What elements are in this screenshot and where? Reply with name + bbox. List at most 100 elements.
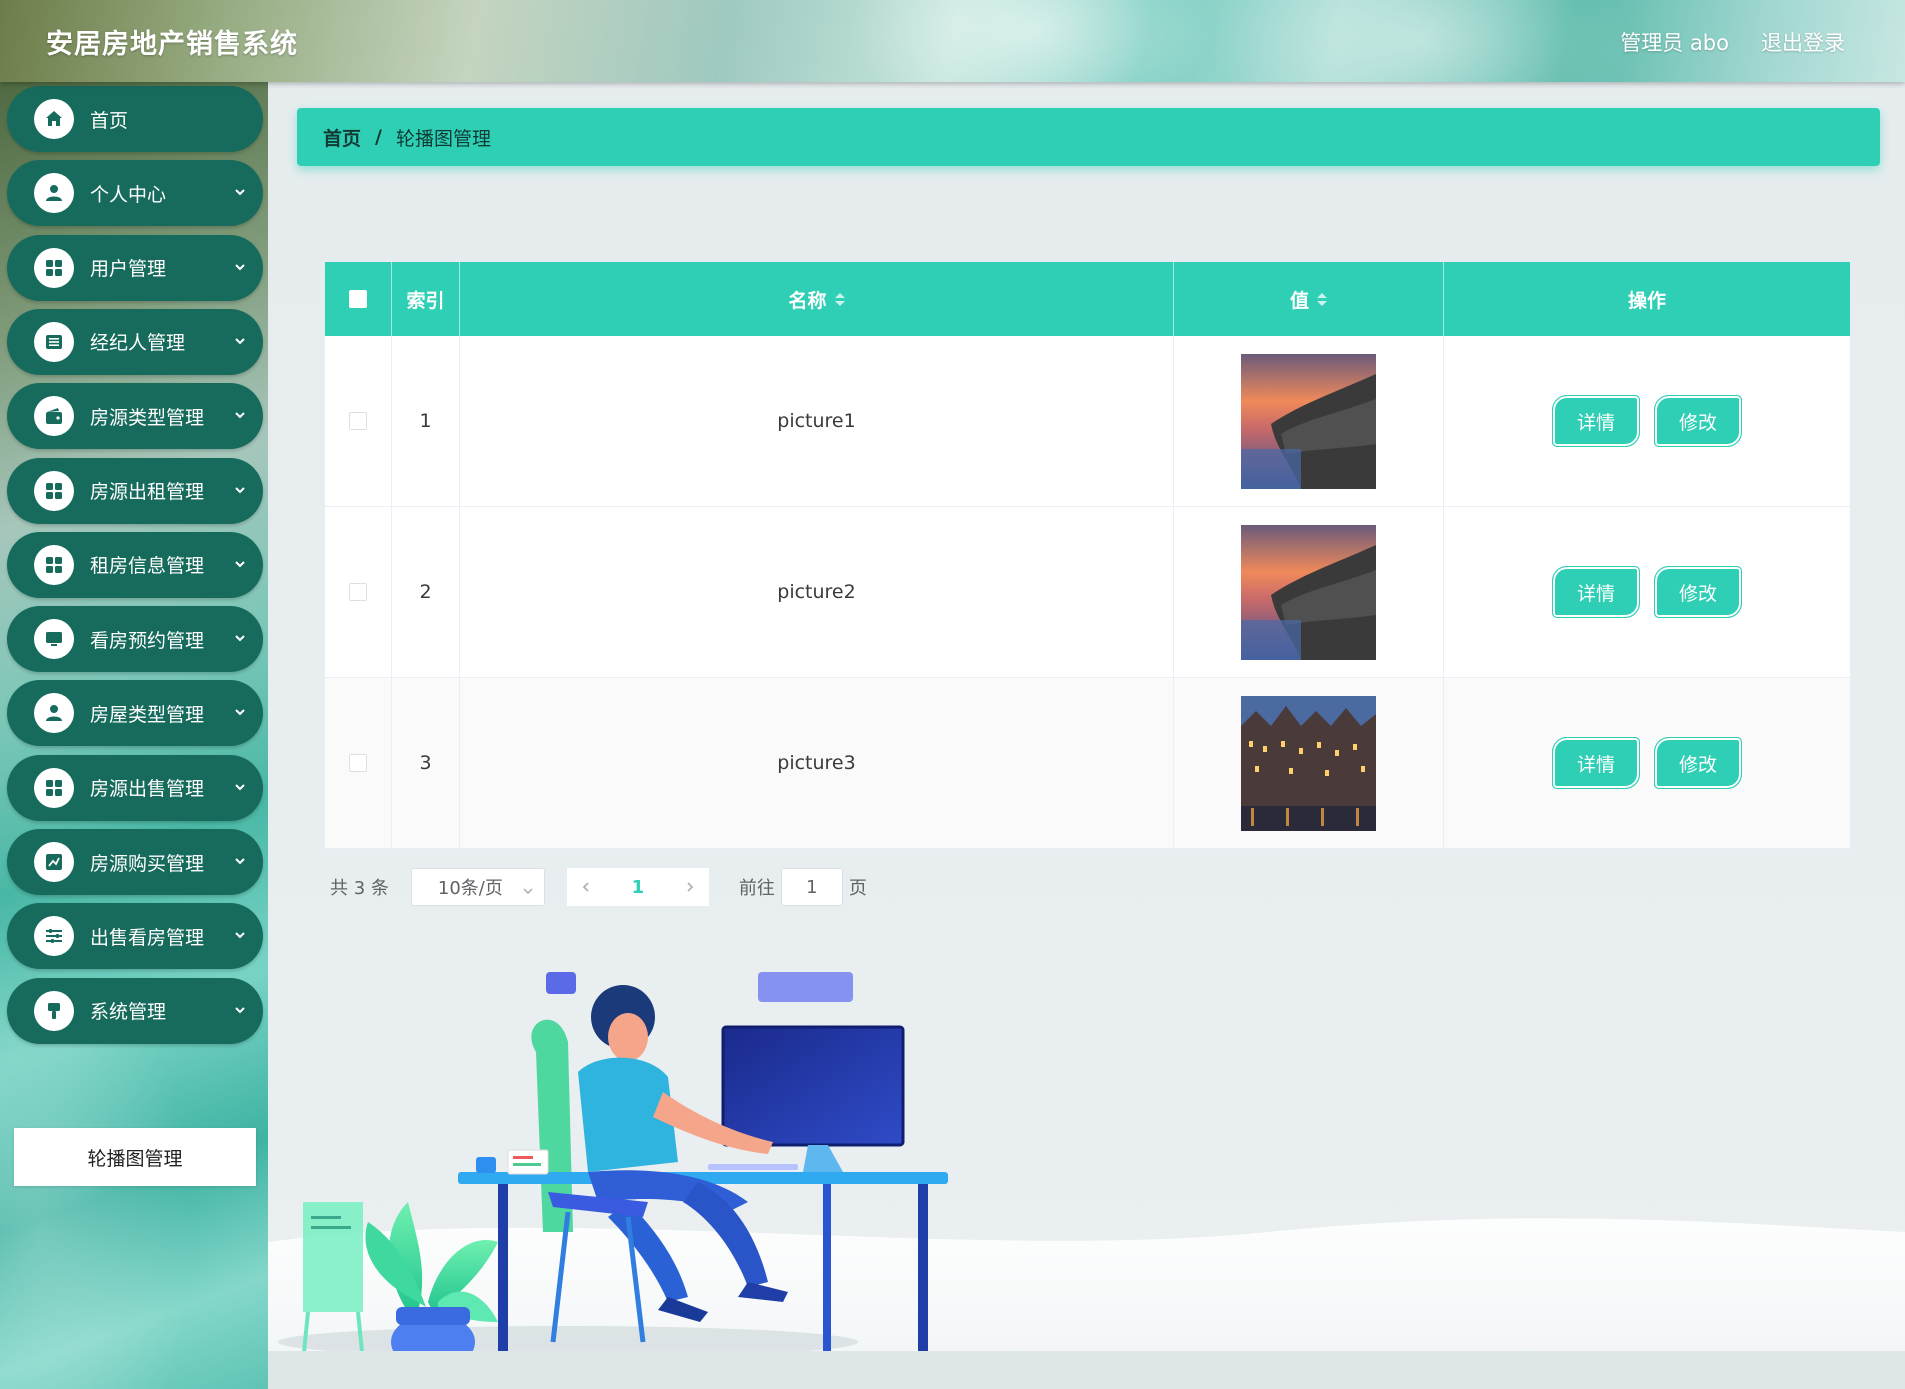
sidebar-item-label: 用户管理 [90,258,167,281]
detail-button[interactable]: 详情 [1552,395,1640,447]
column-header-value-label: 值 [1289,289,1309,312]
office-worker-illustration [268,902,1905,1352]
chevron-right-icon [687,882,694,892]
chevron-down-icon [233,853,247,867]
row-index: 2 [419,581,432,603]
sidebar-item-1[interactable]: 个人中心 [7,160,263,227]
sliders-icon [34,916,74,957]
column-header-ops-label: 操作 [1627,289,1666,312]
select-all-checkbox[interactable] [349,290,367,308]
sidebar-item-6[interactable]: 租房信息管理 [7,531,263,598]
breadcrumb-separator: / [375,126,382,148]
carousel-thumbnail[interactable] [1241,353,1376,489]
column-header-value[interactable]: 值 [1174,262,1444,336]
carousel-table: 索引 名称 值 操作 1 picture1 详情 修改 2 picture2 详情 修改 3 pi… [325,262,1850,849]
row-checkbox[interactable] [349,754,367,772]
carousel-thumbnail[interactable] [1241,524,1376,660]
sort-icon[interactable] [1317,292,1327,306]
grid-icon [34,544,74,585]
page-number-current[interactable]: 1 [605,877,671,898]
sidebar-item-label: 出售看房管理 [90,926,205,949]
table-row: 1 picture1 详情 修改 [325,336,1850,507]
home-icon [34,99,74,139]
row-index-cell: 1 [392,336,460,506]
row-ops-cell: 详情 修改 [1444,507,1850,677]
sidebar-item-label: 房屋类型管理 [90,703,205,726]
edit-button[interactable]: 修改 [1654,395,1742,447]
sidebar-item-4[interactable]: 房源类型管理 [7,383,263,450]
brush-icon [34,990,74,1031]
row-ops-cell: 详情 修改 [1444,678,1850,848]
sidebar-item-0[interactable]: 首页 [7,86,263,152]
sidebar-item-11[interactable]: 出售看房管理 [7,903,263,970]
carousel-thumbnail[interactable] [1241,695,1376,831]
sidebar-item-7[interactable]: 看房预约管理 [7,606,263,673]
pagination: 共 3 条 10条/页 1 前往 页 [330,867,867,907]
table-row: 2 picture2 详情 修改 [325,507,1850,678]
column-header-index: 索引 [392,262,460,336]
detail-button[interactable]: 详情 [1552,566,1640,618]
goto-suffix: 页 [848,878,867,899]
next-page-button[interactable] [671,868,709,906]
page-size-select[interactable]: 10条/页 [410,868,545,906]
main-content: 首页 / 轮播图管理 索引 名称 值 操作 1 picture1 详情 修改 2 pict… [268,82,1905,1389]
sidebar-item-label: 个人中心 [90,183,167,206]
chevron-down-icon [233,779,247,793]
row-index-cell: 2 [392,507,460,677]
sidebar-item-label: 首页 [90,109,129,132]
grid-icon [34,247,74,288]
goto-page: 前往 页 [739,868,867,906]
sidebar-item-12[interactable]: 系统管理 [7,977,263,1044]
edit-button[interactable]: 修改 [1654,566,1742,618]
chevron-down-icon [233,184,247,198]
sidebar-item-label: 房源类型管理 [90,406,205,429]
chevron-down-icon [233,333,247,347]
chevron-down-icon [233,1002,247,1016]
page-navigation: 1 [566,868,709,906]
logout-link[interactable]: 退出登录 [1761,27,1845,57]
sidebar-item-label: 租房信息管理 [90,555,205,578]
goto-page-input[interactable] [780,868,843,906]
grid-icon [34,767,74,808]
column-header-index-label: 索引 [406,289,445,312]
row-checkbox[interactable] [349,412,367,430]
sidebar-item-10[interactable]: 房源购买管理 [7,829,263,895]
row-value-cell [1174,507,1444,677]
detail-button[interactable]: 详情 [1552,737,1640,789]
sidebar: 首页 个人中心 用户管理 经纪人管理 房源类型管理 房源出租管理 租房信息管理 看房预约管理房… [0,82,268,1389]
chevron-down-icon [233,704,247,718]
goto-prefix: 前往 [738,878,775,899]
sidebar-item-label: 系统管理 [90,1001,167,1024]
row-value-cell [1174,678,1444,848]
edit-button[interactable]: 修改 [1654,737,1742,789]
row-name: picture3 [777,752,856,774]
chevron-down-icon [233,407,247,421]
row-value-cell [1174,336,1444,506]
main-bottom-bar [268,1351,1905,1389]
row-checkbox[interactable] [349,583,367,601]
sidebar-item-label: 经纪人管理 [90,332,186,355]
pagination-total: 共 3 条 [330,878,389,899]
sidebar-item-8[interactable]: 房屋类型管理 [7,680,263,747]
column-header-ops: 操作 [1444,262,1850,336]
row-check-cell [325,678,392,848]
sidebar-item-label: 房源购买管理 [90,852,205,875]
sidebar-item-5[interactable]: 房源出租管理 [7,457,263,524]
current-user-label: 管理员 abo [1620,31,1729,55]
submenu-item-carousel[interactable]: 轮播图管理 [14,1128,256,1186]
sidebar-item-9[interactable]: 房源出售管理 [7,754,263,821]
breadcrumb-home[interactable]: 首页 [323,124,361,151]
sort-icon[interactable] [834,292,845,306]
column-header-name[interactable]: 名称 [460,262,1174,336]
row-name: picture2 [777,581,856,603]
prev-page-button[interactable] [567,868,605,906]
table-header: 索引 名称 值 操作 [325,262,1850,336]
breadcrumb: 首页 / 轮播图管理 [297,108,1880,166]
row-ops-cell: 详情 修改 [1444,336,1850,506]
sidebar-item-3[interactable]: 经纪人管理 [7,308,263,375]
sidebar-item-2[interactable]: 用户管理 [7,234,263,301]
row-index-cell: 3 [392,678,460,848]
chevron-down-icon [233,556,247,570]
table-row: 3 picture3 详情 修改 [325,678,1850,849]
app-title: 安居房地产销售系统 [46,29,298,60]
